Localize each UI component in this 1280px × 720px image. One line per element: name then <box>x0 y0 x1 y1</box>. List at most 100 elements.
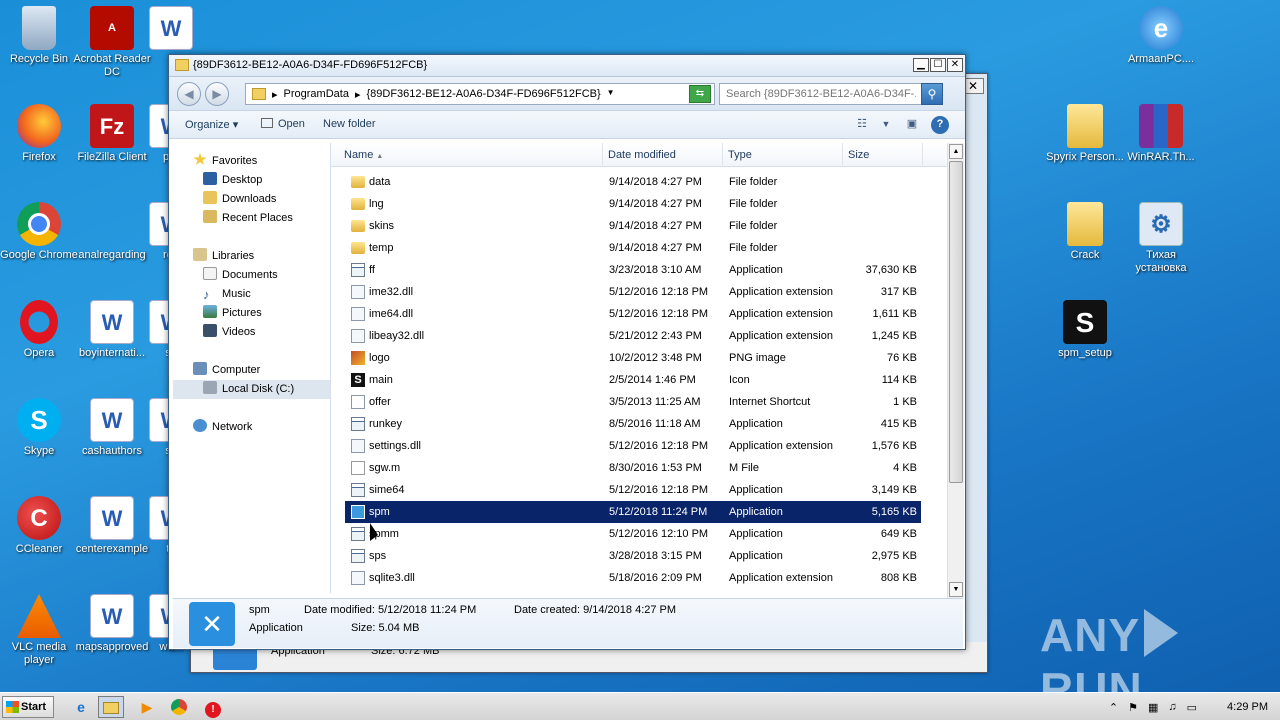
new-folder-button[interactable]: New folder <box>323 118 376 130</box>
file-row[interactable]: lng 9/14/2018 4:27 PM File folder <box>345 193 921 215</box>
preview-pane-icon[interactable]: ▣ <box>903 116 921 134</box>
file-type: PNG image <box>729 352 786 364</box>
breadcrumb-programdata[interactable]: ProgramData <box>284 88 349 101</box>
column-header-date[interactable]: Date modified <box>603 143 723 167</box>
nav-label: Documents <box>222 269 278 281</box>
close-button[interactable]: ✕ <box>947 58 963 72</box>
desktop-icon-11[interactable]: S Skype <box>0 398 78 458</box>
file-name: logo <box>369 352 390 364</box>
opera-taskbar-icon[interactable]: ! <box>200 696 226 718</box>
search-box[interactable]: ⚲ <box>719 83 943 105</box>
volume-icon[interactable]: ♫ <box>1168 701 1176 713</box>
nav-label: Favorites <box>212 155 258 167</box>
nav-recent-places[interactable]: Recent Places <box>201 209 293 228</box>
chrome-icon <box>17 202 61 246</box>
open-button[interactable]: Open <box>261 118 305 130</box>
file-row[interactable]: offer 3/5/2013 11:25 AM Internet Shortcut 1… <box>345 391 921 413</box>
minimize-button[interactable]: ▁ <box>913 58 929 72</box>
view-dropdown-icon[interactable]: ▼ <box>877 116 895 134</box>
clock[interactable]: 4:29 PM <box>1227 701 1268 713</box>
nav-pictures[interactable]: Pictures <box>201 304 262 323</box>
nav-libraries[interactable]: Libraries <box>191 247 254 266</box>
desktop-icon-0[interactable]: Recycle Bin <box>0 6 78 66</box>
file-row[interactable]: ime32.dll 5/12/2016 12:18 PM Application e… <box>345 281 921 303</box>
column-headers: Name ▲ Date modified Type Size <box>331 143 947 167</box>
help-icon[interactable]: ? <box>931 116 949 134</box>
desktop-icon-right-4[interactable]: ⚙ Тихая установка <box>1122 202 1200 275</box>
title-bar[interactable]: {89DF3612-BE12-A0A6-D34F-FD696F512FCB} ▁… <box>169 55 965 77</box>
view-options-icon[interactable]: ☷ <box>853 116 871 134</box>
network-tray-icon[interactable]: ▦ <box>1148 701 1158 714</box>
desktop-icon-right-2[interactable]: WinRAR.Th... <box>1122 104 1200 164</box>
nav-favorites[interactable]: Favorites <box>191 152 257 171</box>
desktop-icon-2[interactable]: Firefox <box>0 104 78 164</box>
desktop-icon-17[interactable]: VLC media player <box>0 594 78 667</box>
file-row[interactable]: ime64.dll 5/12/2016 12:18 PM Application e… <box>345 303 921 325</box>
address-bar[interactable]: ▸ ProgramData ▸ {89DF3612-BE12-A0A6-D34F… <box>245 83 715 105</box>
file-size: 1,576 KB <box>871 440 917 452</box>
breadcrumb-separator[interactable]: ▸ <box>272 88 278 101</box>
desktop-icon-right-1[interactable]: Spyrix Person... <box>1046 104 1124 164</box>
nav-network[interactable]: Network <box>191 418 252 437</box>
nav-computer[interactable]: Computer <box>191 361 260 380</box>
breadcrumb-current-folder[interactable]: {89DF3612-BE12-A0A6-D34F-FD696F512FCB} <box>366 88 600 101</box>
file-date: 9/14/2018 4:27 PM <box>609 176 702 188</box>
explorer-window[interactable]: {89DF3612-BE12-A0A6-D34F-FD696F512FCB} ▁… <box>168 54 966 650</box>
search-input[interactable] <box>720 84 916 104</box>
scroll-up-button[interactable]: ▲ <box>949 144 963 159</box>
scroll-thumb[interactable] <box>949 161 963 483</box>
column-header-name[interactable]: Name ▲ <box>339 143 603 167</box>
organize-button[interactable]: Organize ▾ <box>185 118 238 131</box>
refresh-button[interactable]: ⇆ <box>689 85 711 103</box>
desktop-icon-right-3[interactable]: Crack <box>1046 202 1124 262</box>
nav-videos[interactable]: Videos <box>201 323 255 342</box>
nav-documents[interactable]: Documents <box>201 266 278 285</box>
show-hidden-icons-icon[interactable]: ⌃ <box>1109 701 1118 714</box>
ie-taskbar-icon[interactable]: e <box>68 696 94 718</box>
back-button[interactable]: ◀ <box>177 82 201 106</box>
nav-desktop[interactable]: Desktop <box>201 171 262 190</box>
file-row[interactable]: spm 5/12/2018 11:24 PM Application 5,165 KB <box>345 501 921 523</box>
maximize-button[interactable]: ☐ <box>930 58 946 72</box>
media-player-taskbar-icon[interactable]: ▶ <box>134 696 160 718</box>
desktop-icon-right-0[interactable]: e ArmaanPC.... <box>1122 6 1200 66</box>
file-row[interactable]: ff 3/23/2018 3:10 AM Application 37,630 KB <box>345 259 921 281</box>
file-row[interactable]: runkey 8/5/2016 11:18 AM Application 415 KB <box>345 413 921 435</box>
file-row[interactable]: settings.dll 5/12/2016 12:18 PM Applicatio… <box>345 435 921 457</box>
nav-downloads[interactable]: Downloads <box>201 190 276 209</box>
start-button[interactable]: Start <box>2 696 54 718</box>
file-row[interactable]: sime64 5/12/2016 12:18 PM Application 3,149… <box>345 479 921 501</box>
column-header-size[interactable]: Size <box>843 143 923 167</box>
action-center-icon[interactable]: ⚑ <box>1128 701 1138 714</box>
file-size: 1,245 KB <box>871 330 917 342</box>
desktop-icon-8[interactable]: Opera <box>0 300 78 360</box>
file-row[interactable]: temp 9/14/2018 4:27 PM File folder <box>345 237 921 259</box>
file-row[interactable]: spmm 5/12/2016 12:10 PM Application 649 KB <box>345 523 921 545</box>
word-doc-icon: W <box>90 496 134 540</box>
file-row[interactable]: logo 10/2/2012 3:48 PM PNG image 76 KB <box>345 347 921 369</box>
desktop-icon-14[interactable]: C CCleaner <box>0 496 78 556</box>
file-row[interactable]: libeay32.dll 5/21/2012 2:43 PM Application… <box>345 325 921 347</box>
watermark-text-left: ANY <box>1040 609 1141 661</box>
file-row[interactable]: sps 3/28/2018 3:15 PM Application 2,975 KB <box>345 545 921 567</box>
chrome-taskbar-icon[interactable] <box>166 696 192 718</box>
file-row[interactable]: skins 9/14/2018 4:27 PM File folder <box>345 215 921 237</box>
nav-local-disk[interactable]: Local Disk (C:) <box>173 380 330 399</box>
scroll-down-button[interactable]: ▼ <box>949 582 963 597</box>
chevron-down-icon[interactable]: ▼ <box>607 88 615 101</box>
forward-button[interactable]: ▶ <box>205 82 229 106</box>
desktop-icon-right-5[interactable]: Sspm_setup <box>1046 300 1124 360</box>
file-row[interactable]: sgw.m 8/30/2016 1:53 PM M File 4 KB <box>345 457 921 479</box>
column-header-type[interactable]: Type <box>723 143 843 167</box>
nav-music[interactable]: ♪ Music <box>201 285 251 304</box>
explorer-taskbar-icon[interactable] <box>98 696 124 718</box>
vertical-scrollbar[interactable]: ▲ ▼ <box>947 143 964 598</box>
power-icon[interactable]: ▭ <box>1187 701 1197 714</box>
desktop-icon-5[interactable]: Google Chrome <box>0 202 78 262</box>
app-icon <box>351 527 365 541</box>
search-icon[interactable]: ⚲ <box>921 83 943 105</box>
breadcrumb-separator[interactable]: ▸ <box>355 88 361 101</box>
file-row[interactable]: data 9/14/2018 4:27 PM File folder <box>345 171 921 193</box>
file-row[interactable]: Smain 2/5/2014 1:46 PM Icon 114 KB <box>345 369 921 391</box>
file-row[interactable]: sqlite3.dll 5/18/2016 2:09 PM Application … <box>345 567 921 589</box>
